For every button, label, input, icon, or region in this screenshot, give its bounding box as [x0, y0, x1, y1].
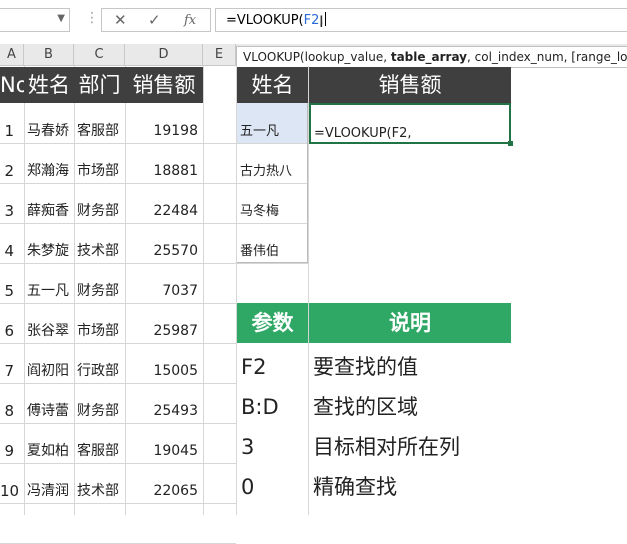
sales-cell[interactable]: 25987: [125, 303, 203, 343]
lookup-name-cell[interactable]: 马冬梅: [237, 183, 308, 223]
header-name[interactable]: 姓名: [24, 67, 74, 103]
lookup-name-cell[interactable]: 古力热八: [237, 143, 308, 183]
col-header-C[interactable]: C: [74, 44, 125, 66]
param-cell[interactable]: F2: [237, 343, 308, 383]
row-number[interactable]: 8: [0, 383, 24, 423]
tooltip-fn[interactable]: VLOOKUP(: [243, 50, 305, 64]
param-cell[interactable]: 3: [237, 423, 308, 463]
row-number[interactable]: 10: [0, 463, 24, 503]
formula-prefix: =VLOOKUP(: [226, 13, 304, 28]
row-number[interactable]: 1: [0, 103, 24, 143]
lookup-header-name[interactable]: 姓名: [237, 67, 308, 103]
name-cell[interactable]: 傅诗蕾: [24, 383, 74, 423]
header-no[interactable]: No: [0, 67, 24, 103]
grid-line: [0, 503, 236, 504]
formula-buttons: ✕ ✓ fx: [101, 8, 211, 32]
name-cell[interactable]: 张谷翠: [24, 303, 74, 343]
dept-cell[interactable]: 财务部: [74, 383, 125, 423]
name-box[interactable]: ▼: [0, 8, 70, 32]
name-cell[interactable]: 郑瀚海: [24, 143, 74, 183]
dept-cell[interactable]: 客服部: [74, 423, 125, 463]
formula-bar: ▼ ⋮ ✕ ✓ fx =VLOOKUP(F2, Ⅰ: [0, 0, 627, 42]
name-cell[interactable]: 夏如柏: [24, 423, 74, 463]
name-cell[interactable]: 五一凡: [24, 263, 74, 303]
desc-cell[interactable]: 要查找的值: [309, 343, 511, 383]
sales-cell[interactable]: 22065: [125, 463, 203, 503]
cancel-icon[interactable]: ✕: [114, 11, 127, 29]
name-cell[interactable]: 阎初阳: [24, 343, 74, 383]
col-header-D[interactable]: D: [125, 44, 203, 66]
header-dept[interactable]: 部门: [74, 67, 125, 103]
sales-cell[interactable]: 19198: [125, 103, 203, 143]
dept-cell[interactable]: 客服部: [74, 103, 125, 143]
name-cell[interactable]: 马春娇: [24, 103, 74, 143]
header-sales[interactable]: 销售额: [125, 67, 203, 103]
desc-cell[interactable]: 查找的区域: [309, 383, 511, 423]
name-cell[interactable]: 朱梦旋: [24, 223, 74, 263]
sales-cell[interactable]: 7037: [125, 263, 203, 303]
col-header-E[interactable]: E: [203, 44, 236, 66]
param-cell[interactable]: B:D: [237, 383, 308, 423]
row-number[interactable]: 2: [0, 143, 24, 183]
function-tooltip: VLOOKUP(lookup_value, table_array, col_i…: [236, 46, 627, 68]
drag-handle-icon[interactable]: ⋮: [85, 10, 99, 26]
text-caret: [324, 12, 326, 26]
tooltip-rest[interactable]: , col_index_num, [range_looku: [467, 50, 627, 64]
tooltip-arg2[interactable]: table_array: [391, 50, 467, 64]
row-number[interactable]: 6: [0, 303, 24, 343]
col-header-A[interactable]: A: [0, 44, 24, 66]
formula-arg: F2: [303, 13, 320, 28]
dept-cell[interactable]: 财务部: [74, 263, 125, 303]
ibeam-cursor-icon: Ⅰ: [319, 12, 324, 31]
insert-function-icon[interactable]: fx: [184, 13, 196, 28]
sales-cell[interactable]: 19045: [125, 423, 203, 463]
active-cell[interactable]: =VLOOKUP(F2,: [309, 103, 511, 144]
sales-cell[interactable]: 22484: [125, 183, 203, 223]
row-number[interactable]: 3: [0, 183, 24, 223]
explain-header-desc[interactable]: 说明: [309, 303, 511, 343]
desc-cell[interactable]: 目标相对所在列: [309, 423, 511, 463]
col-header-B[interactable]: B: [24, 44, 74, 66]
enter-icon[interactable]: ✓: [148, 11, 161, 29]
dept-cell[interactable]: 市场部: [74, 143, 125, 183]
fill-handle[interactable]: [508, 141, 513, 146]
dept-cell[interactable]: 技术部: [74, 463, 125, 503]
dept-cell[interactable]: 市场部: [74, 303, 125, 343]
row-number[interactable]: 9: [0, 423, 24, 463]
grid-line: [203, 66, 204, 515]
dept-cell[interactable]: 行政部: [74, 343, 125, 383]
row-number[interactable]: 7: [0, 343, 24, 383]
row-number[interactable]: 4: [0, 223, 24, 263]
lookup-header-sales[interactable]: 销售额: [309, 67, 511, 103]
sales-cell[interactable]: 18881: [125, 143, 203, 183]
param-cell[interactable]: 0: [237, 463, 308, 503]
lookup-name-cell[interactable]: 五一凡: [237, 103, 308, 143]
chevron-down-icon[interactable]: ▼: [57, 13, 65, 24]
sales-cell[interactable]: 25570: [125, 223, 203, 263]
sales-cell[interactable]: 15005: [125, 343, 203, 383]
name-cell[interactable]: 薛痴香: [24, 183, 74, 223]
row-number[interactable]: 5: [0, 263, 24, 303]
formula-input[interactable]: =VLOOKUP(F2,: [215, 8, 627, 32]
name-cell[interactable]: 冯清润: [24, 463, 74, 503]
lookup-name-cell[interactable]: 番伟伯: [237, 223, 308, 263]
grid-line: [236, 263, 308, 264]
sales-cell[interactable]: 25493: [125, 383, 203, 423]
explain-header-param[interactable]: 参数: [237, 303, 308, 343]
dept-cell[interactable]: 技术部: [74, 223, 125, 263]
dept-cell[interactable]: 财务部: [74, 183, 125, 223]
desc-cell[interactable]: 精确查找: [309, 463, 511, 503]
tooltip-arg1[interactable]: lookup_value,: [305, 50, 391, 64]
